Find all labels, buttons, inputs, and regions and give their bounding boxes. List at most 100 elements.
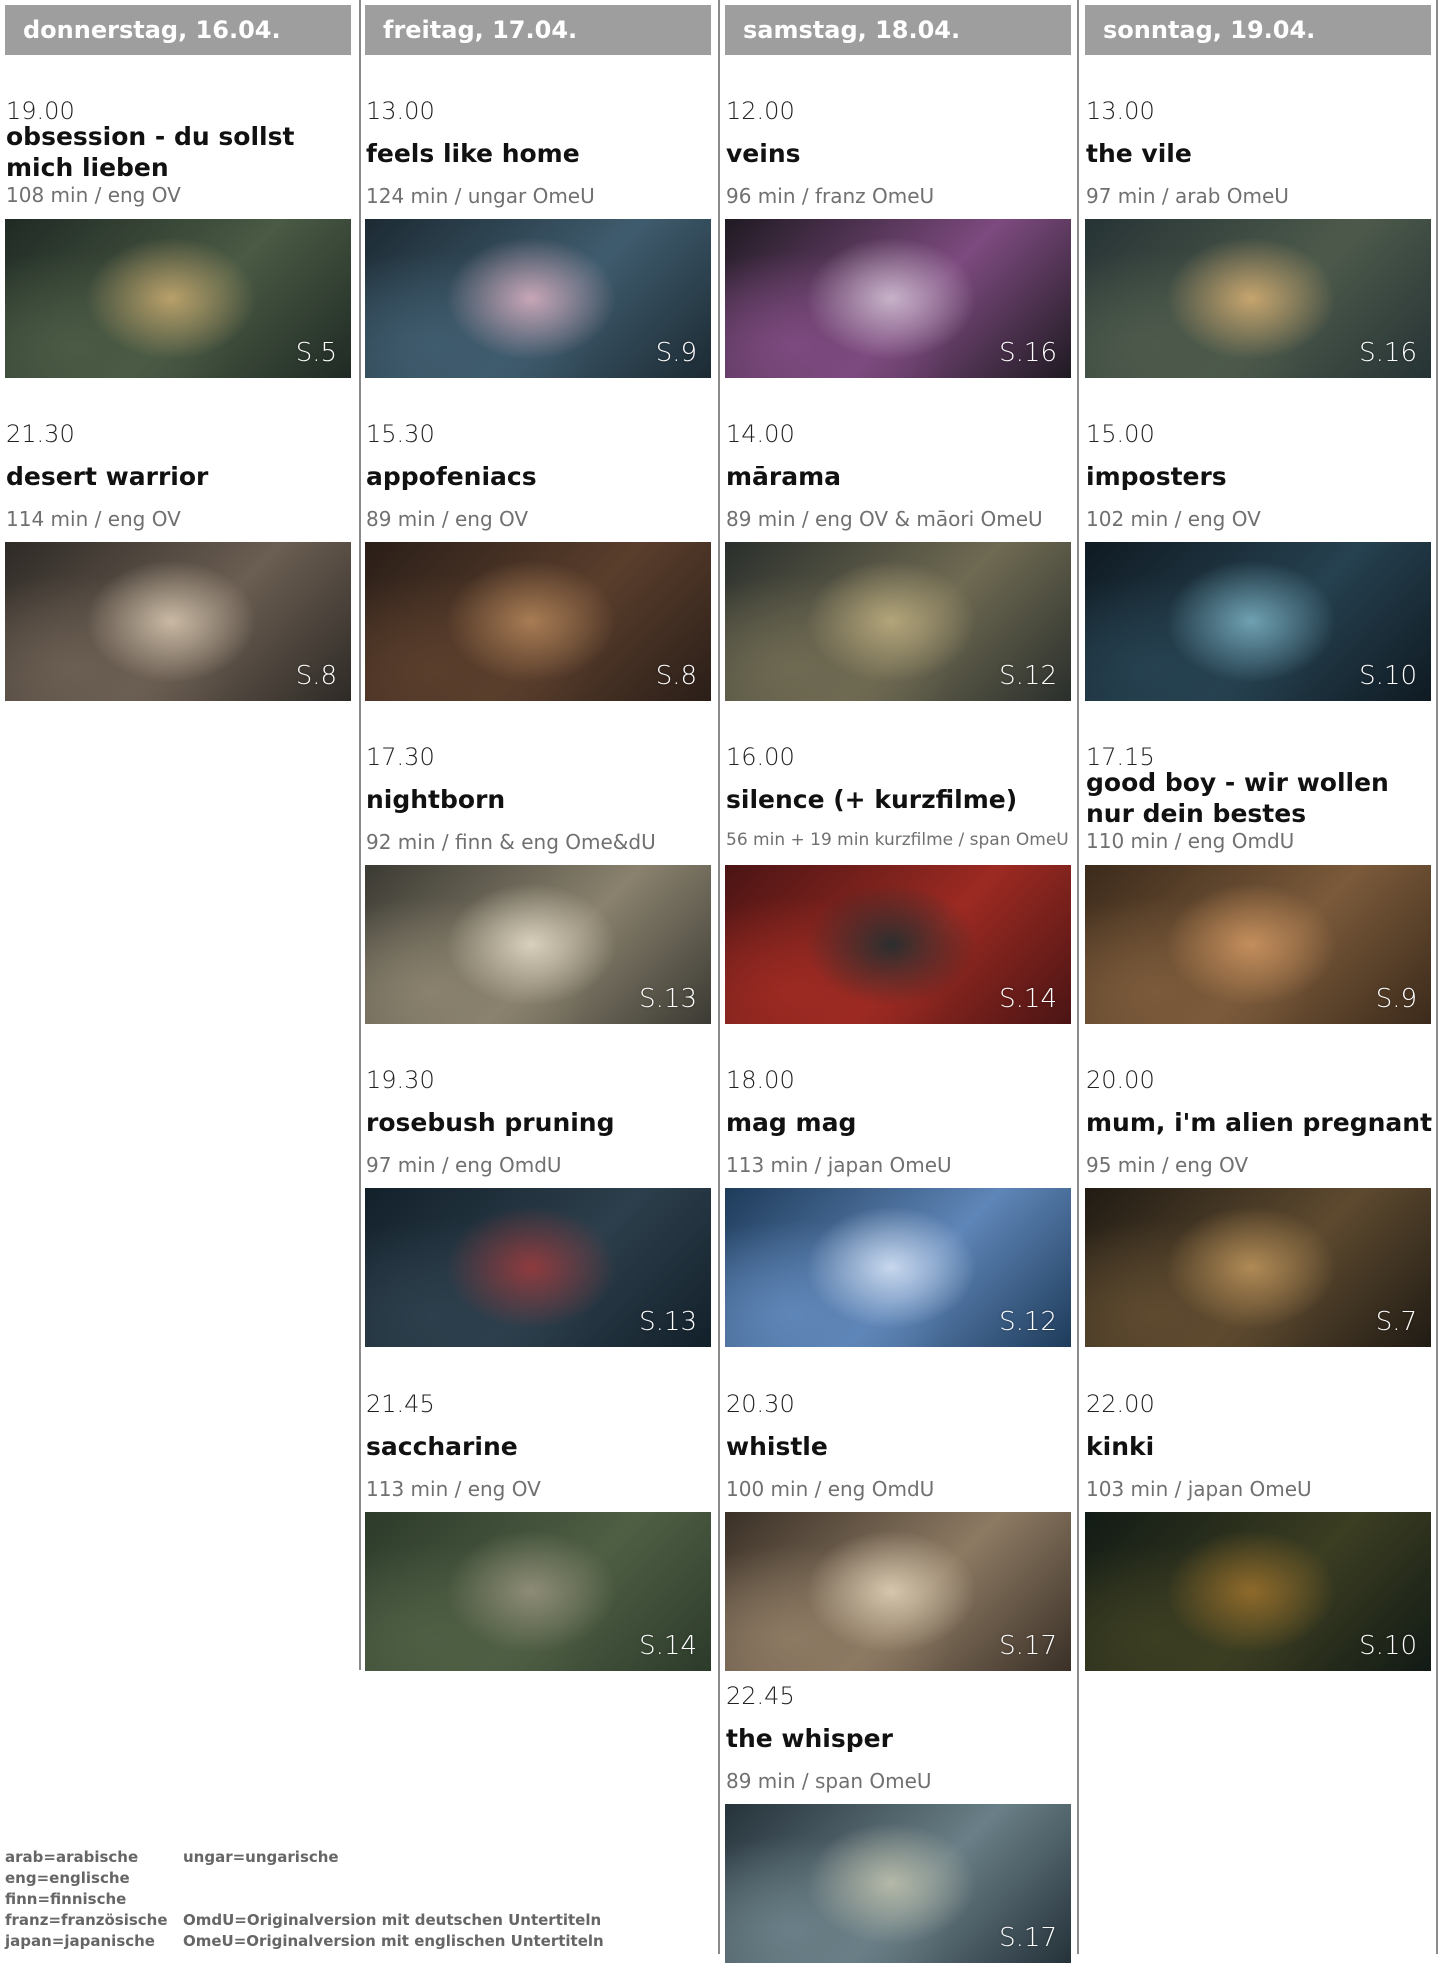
screen-number: S.16: [1359, 338, 1417, 368]
film-still-image[interactable]: S.17: [725, 1512, 1071, 1671]
film-title[interactable]: mag mag: [726, 1108, 856, 1137]
film-title[interactable]: veins: [726, 139, 801, 168]
screen-number: S.13: [639, 984, 697, 1014]
film-title[interactable]: rosebush pruning: [366, 1108, 615, 1137]
screening-time: 21.45: [366, 1390, 435, 1418]
film-title[interactable]: mum, i'm alien pregnant: [1086, 1108, 1432, 1137]
legend-item: japan=japanische: [5, 1932, 155, 1950]
screening-time: 12.00: [726, 97, 795, 125]
screening-time: 21.30: [6, 420, 75, 448]
screen-number: S.9: [1375, 984, 1417, 1014]
screen-number: S.13: [639, 1307, 697, 1337]
film-meta: 113 min / eng OV: [366, 1477, 541, 1501]
column-divider: [359, 0, 361, 1670]
screen-number: S.17: [999, 1631, 1057, 1661]
screening-time: 13.00: [1086, 97, 1155, 125]
film-still-image[interactable]: S.13: [365, 1188, 711, 1347]
film-title[interactable]: desert warrior: [6, 462, 208, 491]
film-still-image[interactable]: S.10: [1085, 1512, 1431, 1671]
film-still-image[interactable]: S.14: [725, 865, 1071, 1024]
column-divider: [1077, 0, 1079, 1954]
film-still-image[interactable]: S.13: [365, 865, 711, 1024]
film-meta: 92 min / finn & eng Ome&dU: [366, 830, 656, 854]
film-still-image[interactable]: S.16: [725, 219, 1071, 378]
film-title[interactable]: mārama: [726, 462, 841, 491]
language-legend-2: ungar=ungarische: [183, 1847, 339, 1868]
column-divider: [1436, 0, 1438, 1954]
column-divider: [718, 0, 720, 1954]
legend-item: ungar=ungarische: [183, 1848, 339, 1866]
film-meta: 124 min / ungar OmeU: [366, 184, 595, 208]
language-legend: arab=arabische eng=englische finn=finnis…: [5, 1847, 168, 1952]
screening-time: 16.00: [726, 743, 795, 771]
film-meta: 56 min + 19 min kurzfilme / span OmeU: [726, 830, 1069, 850]
film-still-image[interactable]: S.8: [365, 542, 711, 701]
film-still-image[interactable]: S.5: [5, 219, 351, 378]
film-still-image[interactable]: S.14: [365, 1512, 711, 1671]
screening-time: 22.00: [1086, 1390, 1155, 1418]
legend-item: arab=arabische: [5, 1848, 139, 1866]
film-still-image[interactable]: S.16: [1085, 219, 1431, 378]
screen-number: S.8: [295, 661, 337, 691]
film-still-image[interactable]: S.9: [1085, 865, 1431, 1024]
film-title[interactable]: the whisper: [726, 1724, 893, 1753]
film-meta: 89 min / span OmeU: [726, 1769, 932, 1793]
film-meta: 110 min / eng OmdU: [1086, 829, 1295, 853]
film-meta: 100 min / eng OmdU: [726, 1477, 935, 1501]
screening-time: 15.30: [366, 420, 435, 448]
screen-number: S.8: [655, 661, 697, 691]
subtitle-legend: OmdU=Originalversion mit deutschen Unter…: [183, 1910, 604, 1952]
film-title[interactable]: kinki: [1086, 1432, 1154, 1461]
film-title[interactable]: whistle: [726, 1432, 828, 1461]
film-still-image[interactable]: S.12: [725, 1188, 1071, 1347]
screening-time: 20.30: [726, 1390, 795, 1418]
film-still-image[interactable]: S.12: [725, 542, 1071, 701]
screen-number: S.9: [655, 338, 697, 368]
film-meta: 89 min / eng OV & māori OmeU: [726, 507, 1043, 531]
film-meta: 97 min / eng OmdU: [366, 1153, 562, 1177]
screening-time: 18.00: [726, 1066, 795, 1094]
film-still-image[interactable]: S.9: [365, 219, 711, 378]
film-title[interactable]: appofeniacs: [366, 462, 537, 491]
day-header: samstag, 18.04.: [725, 5, 1071, 55]
film-title[interactable]: saccharine: [366, 1432, 518, 1461]
screening-time: 14.00: [726, 420, 795, 448]
film-meta: 96 min / franz OmeU: [726, 184, 935, 208]
screen-number: S.14: [639, 1631, 697, 1661]
legend-item: eng=englische: [5, 1869, 130, 1887]
screen-number: S.10: [1359, 661, 1417, 691]
day-header: sonntag, 19.04.: [1085, 5, 1431, 55]
screening-time: 15.00: [1086, 420, 1155, 448]
screening-time: 22.45: [726, 1682, 795, 1710]
screening-time: 19.30: [366, 1066, 435, 1094]
legend-item: finn=finnische: [5, 1890, 127, 1908]
legend-item: OmeU=Originalversion mit englischen Unte…: [183, 1932, 604, 1950]
film-still-image[interactable]: S.7: [1085, 1188, 1431, 1347]
screening-time: 17.30: [366, 743, 435, 771]
screen-number: S.7: [1375, 1307, 1417, 1337]
film-meta: 103 min / japan OmeU: [1086, 1477, 1312, 1501]
film-meta: 108 min / eng OV: [6, 183, 181, 207]
film-title[interactable]: good boy - wir wollen nur dein bestes: [1086, 767, 1432, 829]
screen-number: S.12: [999, 661, 1057, 691]
day-header: donnerstag, 16.04.: [5, 5, 351, 55]
film-title[interactable]: nightborn: [366, 785, 505, 814]
film-still-image[interactable]: S.8: [5, 542, 351, 701]
screening-time: 13.00: [366, 97, 435, 125]
film-meta: 89 min / eng OV: [366, 507, 529, 531]
legend-item: OmdU=Originalversion mit deutschen Unter…: [183, 1911, 602, 1929]
film-title[interactable]: feels like home: [366, 139, 580, 168]
film-title[interactable]: the vile: [1086, 139, 1192, 168]
screen-number: S.14: [999, 984, 1057, 1014]
film-title[interactable]: imposters: [1086, 462, 1227, 491]
screen-number: S.17: [999, 1923, 1057, 1953]
film-meta: 114 min / eng OV: [6, 507, 181, 531]
film-title[interactable]: obsession - du sollst mich lieben: [6, 121, 352, 183]
film-meta: 102 min / eng OV: [1086, 507, 1261, 531]
film-still-image[interactable]: S.17: [725, 1804, 1071, 1963]
legend-item: franz=französische: [5, 1911, 168, 1929]
film-title[interactable]: silence (+ kurzfilme): [726, 785, 1017, 814]
film-meta: 95 min / eng OV: [1086, 1153, 1249, 1177]
film-meta: 97 min / arab OmeU: [1086, 184, 1289, 208]
film-still-image[interactable]: S.10: [1085, 542, 1431, 701]
